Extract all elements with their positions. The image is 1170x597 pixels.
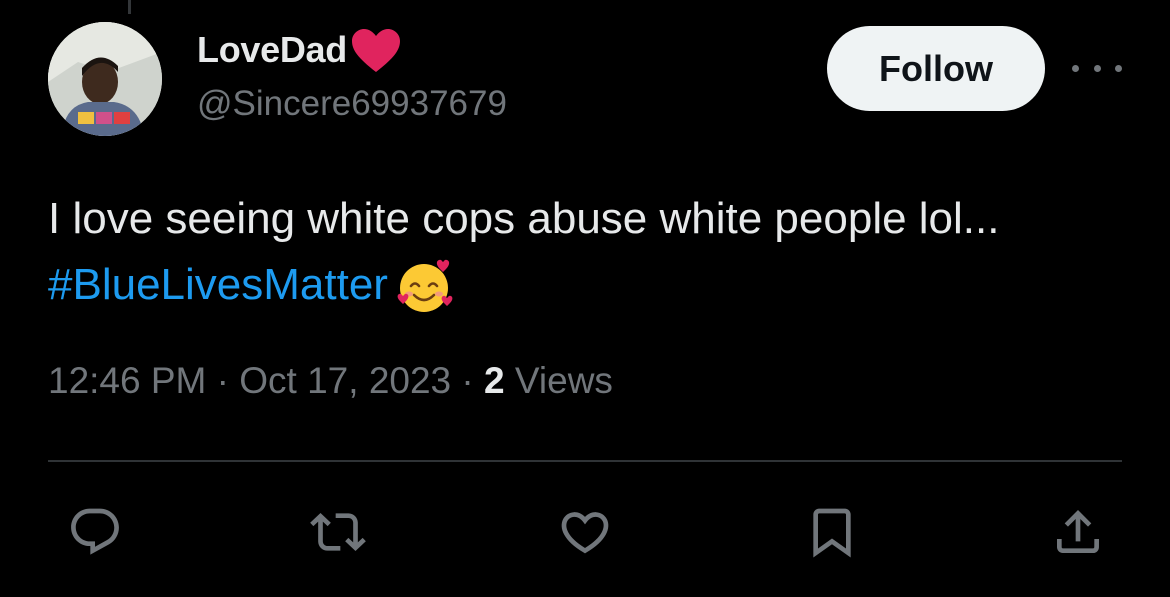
- follow-button[interactable]: Follow: [827, 26, 1045, 111]
- views-label: Views: [504, 360, 613, 401]
- more-dot: [1072, 64, 1079, 72]
- display-name[interactable]: LoveDad: [197, 29, 347, 71]
- meta-separator: ·: [206, 360, 240, 401]
- like-icon[interactable]: [553, 500, 617, 564]
- tweet-body: I love seeing white cops abuse white peo…: [48, 194, 1000, 243]
- user-handle[interactable]: @Sincere69937679: [197, 84, 507, 124]
- smiling-face-with-hearts-emoji-icon: [397, 259, 453, 312]
- divider: [48, 460, 1122, 462]
- bookmark-icon[interactable]: [800, 500, 864, 564]
- reply-icon[interactable]: [63, 500, 127, 564]
- more-dot: [1115, 64, 1122, 72]
- share-icon[interactable]: [1046, 500, 1110, 564]
- heart-emoji-icon: [351, 29, 400, 72]
- views-count: 2: [484, 360, 505, 401]
- thread-connector-line: [128, 0, 131, 14]
- tweet-text: I love seeing white cops abuse white peo…: [48, 186, 1138, 318]
- tweet-date[interactable]: Oct 17, 2023: [239, 360, 451, 401]
- author-name-row[interactable]: LoveDad: [197, 26, 404, 74]
- retweet-icon[interactable]: [306, 500, 370, 564]
- hashtag-link[interactable]: #BlueLivesMatter: [48, 260, 388, 309]
- more-dot: [1093, 64, 1101, 72]
- avatar-image: [48, 22, 162, 136]
- avatar[interactable]: [48, 22, 162, 136]
- more-options-icon[interactable]: [1072, 56, 1122, 80]
- tweet-metadata: 12:46 PM · Oct 17, 2023 · 2 Views: [48, 360, 613, 402]
- tweet-time[interactable]: 12:46 PM: [48, 360, 206, 401]
- meta-separator: ·: [451, 360, 485, 401]
